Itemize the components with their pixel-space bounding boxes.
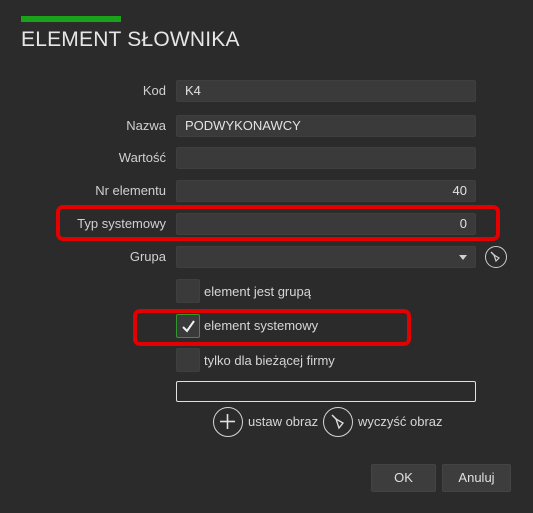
typ-systemowy-highlight <box>56 205 500 241</box>
clear-image-label[interactable]: wyczyść obraz <box>358 414 443 429</box>
broom-icon <box>331 414 344 430</box>
wartosc-label: Wartość <box>118 150 166 165</box>
chevron-down-icon <box>459 255 467 260</box>
accent-bar <box>21 16 121 22</box>
grupa-select[interactable] <box>176 246 476 268</box>
nazwa-field[interactable]: PODWYKONAWCY <box>176 115 476 137</box>
kod-label: Kod <box>142 83 166 98</box>
tylko-biezacej-firmy-label: tylko dla bieżącej firmy <box>204 353 335 368</box>
nr-elementu-label: Nr elementu <box>95 183 166 198</box>
element-systemowy-highlight <box>133 309 411 346</box>
kod-field[interactable]: K4 <box>176 80 476 102</box>
dialog-title: ELEMENT SŁOWNIKA <box>21 28 240 51</box>
element-jest-grupa-checkbox[interactable] <box>176 279 200 303</box>
grupa-clear-button[interactable] <box>485 246 507 268</box>
cancel-button[interactable]: Anuluj <box>442 464 511 492</box>
clear-image-button[interactable] <box>323 407 353 437</box>
set-image-label[interactable]: ustaw obraz <box>248 414 318 429</box>
tylko-biezacej-firmy-checkbox[interactable] <box>176 348 200 372</box>
nazwa-label: Nazwa <box>126 118 166 133</box>
grupa-label: Grupa <box>129 249 166 264</box>
nr-elementu-field[interactable]: 40 <box>176 180 476 202</box>
element-jest-grupa-label: element jest grupą <box>204 284 311 299</box>
broom-icon <box>490 251 500 263</box>
ok-button[interactable]: OK <box>371 464 436 492</box>
wartosc-field[interactable] <box>176 147 476 169</box>
set-image-button[interactable] <box>213 407 243 437</box>
image-preview <box>176 381 476 402</box>
plus-icon <box>220 414 235 429</box>
